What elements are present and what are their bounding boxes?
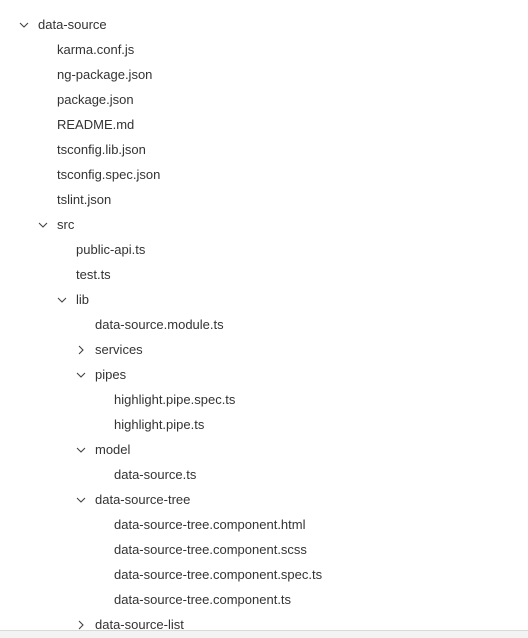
tree-folder-row[interactable]: services bbox=[0, 337, 528, 362]
tree-file-row[interactable]: data-source.ts bbox=[0, 462, 528, 487]
file-label: data-source-tree.component.scss bbox=[114, 542, 307, 557]
file-label: tsconfig.spec.json bbox=[57, 167, 161, 182]
folder-label: data-source bbox=[38, 17, 107, 32]
tree-file-row[interactable]: tsconfig.spec.json bbox=[0, 162, 528, 187]
tree-file-row[interactable]: package.json bbox=[0, 87, 528, 112]
file-label: tslint.json bbox=[57, 192, 112, 207]
tree-file-row[interactable]: test.ts bbox=[0, 262, 528, 287]
folder-label: model bbox=[95, 442, 131, 457]
tree-file-row[interactable]: data-source.module.ts bbox=[0, 312, 528, 337]
file-label: data-source-tree.component.html bbox=[114, 517, 306, 532]
panel-bottom-edge bbox=[0, 630, 528, 638]
chevron-down-icon[interactable] bbox=[17, 12, 31, 37]
tree-folder-row[interactable]: data-source-tree bbox=[0, 487, 528, 512]
chevron-down-icon[interactable] bbox=[74, 437, 88, 462]
file-label: public-api.ts bbox=[76, 242, 146, 257]
folder-label: src bbox=[57, 217, 75, 232]
tree-folder-row[interactable]: src bbox=[0, 212, 528, 237]
file-label: data-source.ts bbox=[114, 467, 197, 482]
tree-folder-row[interactable]: data-source-list bbox=[0, 612, 528, 630]
file-label: package.json bbox=[57, 92, 134, 107]
file-label: karma.conf.js bbox=[57, 42, 135, 57]
chevron-down-icon[interactable] bbox=[74, 362, 88, 387]
file-label: data-source-tree.component.spec.ts bbox=[114, 567, 323, 582]
tree-file-row[interactable]: tslint.json bbox=[0, 187, 528, 212]
file-label: tsconfig.lib.json bbox=[57, 142, 146, 157]
folder-label: services bbox=[95, 342, 143, 357]
tree-folder-row[interactable]: lib bbox=[0, 287, 528, 312]
file-label: test.ts bbox=[76, 267, 111, 282]
folder-label: pipes bbox=[95, 367, 127, 382]
tree-folder-row[interactable]: pipes bbox=[0, 362, 528, 387]
folder-label: lib bbox=[76, 292, 90, 307]
tree-folder-row[interactable]: data-source bbox=[0, 12, 528, 37]
tree-file-row[interactable]: data-source-tree.component.spec.ts bbox=[0, 562, 528, 587]
chevron-down-icon[interactable] bbox=[74, 487, 88, 512]
tree-file-row[interactable]: highlight.pipe.spec.ts bbox=[0, 387, 528, 412]
chevron-down-icon[interactable] bbox=[36, 212, 50, 237]
tree-file-row[interactable]: ng-package.json bbox=[0, 62, 528, 87]
tree-file-row[interactable]: public-api.ts bbox=[0, 237, 528, 262]
tree-file-row[interactable]: karma.conf.js bbox=[0, 37, 528, 62]
folder-label: data-source-list bbox=[95, 617, 184, 630]
tree-file-row[interactable]: README.md bbox=[0, 112, 528, 137]
tree-file-row[interactable]: data-source-tree.component.ts bbox=[0, 587, 528, 612]
tree-file-row[interactable]: data-source-tree.component.html bbox=[0, 512, 528, 537]
file-label: README.md bbox=[57, 117, 135, 132]
tree-file-row[interactable]: data-source-tree.component.scss bbox=[0, 537, 528, 562]
folder-label: data-source-tree bbox=[95, 492, 191, 507]
tree-file-row[interactable]: highlight.pipe.ts bbox=[0, 412, 528, 437]
tree-file-row[interactable]: tsconfig.lib.json bbox=[0, 137, 528, 162]
file-label: data-source-tree.component.ts bbox=[114, 592, 292, 607]
chevron-right-icon[interactable] bbox=[74, 612, 88, 630]
chevron-right-icon[interactable] bbox=[74, 337, 88, 362]
file-label: ng-package.json bbox=[57, 67, 153, 82]
chevron-down-icon[interactable] bbox=[55, 287, 69, 312]
explorer-tree: data-source karma.conf.js ng-package.json p… bbox=[0, 0, 528, 630]
file-label: highlight.pipe.spec.ts bbox=[114, 392, 236, 407]
file-label: highlight.pipe.ts bbox=[114, 417, 205, 432]
tree-folder-row[interactable]: model bbox=[0, 437, 528, 462]
file-label: data-source.module.ts bbox=[95, 317, 224, 332]
